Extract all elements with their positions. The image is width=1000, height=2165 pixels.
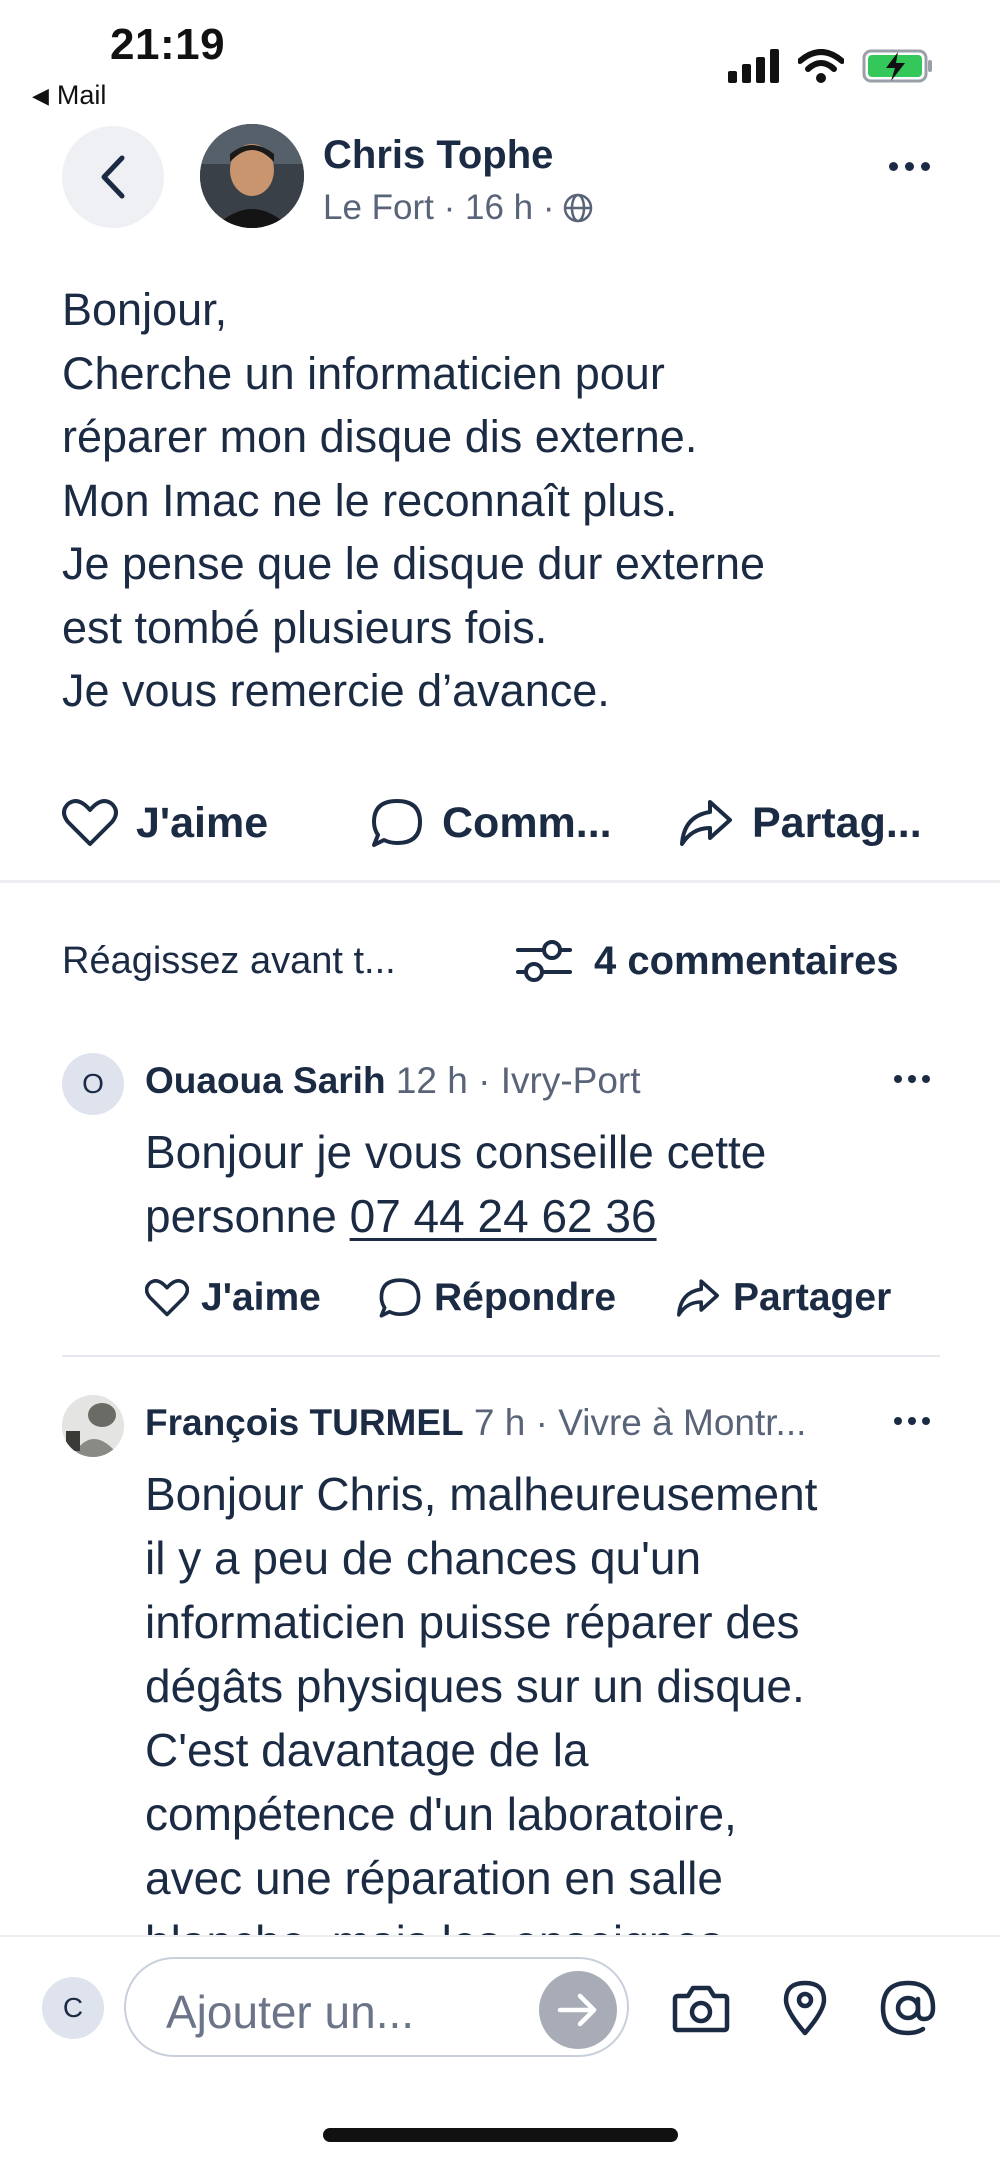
comment-label: Comm... [442, 798, 612, 847]
more-dot-icon [922, 1417, 930, 1425]
comment-bubble-icon [379, 1278, 421, 1318]
commenter-avatar[interactable] [62, 1395, 124, 1457]
comment-meta: 12 h · Ivry-Port [385, 1060, 641, 1101]
phone-number-link[interactable]: 07 44 24 62 36 [350, 1190, 657, 1242]
status-time: 21:19 [110, 20, 226, 69]
share-arrow-icon [677, 1279, 719, 1317]
comment-share-button[interactable]: Partager [675, 1270, 891, 1326]
comments-count-label: 4 commentaires [594, 938, 899, 983]
cellular-signal-icon [728, 49, 779, 83]
share-label: Partag... [752, 798, 922, 847]
comment-line-prefix: personne [145, 1190, 350, 1242]
more-dot-icon [922, 1075, 930, 1083]
react-prompt[interactable]: Réagissez avant t... [62, 940, 396, 983]
post-more-options-button[interactable] [889, 162, 930, 171]
more-dot-icon [889, 162, 898, 171]
author-name[interactable]: Chris Tophe [323, 133, 553, 178]
like-button[interactable]: J'aime [62, 793, 268, 853]
commenter-name[interactable]: Ouaoua Sarih [145, 1060, 386, 1101]
more-dot-icon [921, 162, 930, 171]
avatar-photo [62, 1395, 124, 1457]
comment-text: Bonjour Chris, malheureusement il y a pe… [145, 1462, 945, 1974]
comment-meta: 7 h · Vivre à Montr... [463, 1402, 807, 1443]
comment-line: C'est davantage de la [145, 1724, 589, 1776]
comment-actions: J'aime Répondre Partager [145, 1270, 945, 1326]
camera-icon [672, 1985, 730, 2033]
comment-line: personne 07 44 24 62 36 [145, 1184, 945, 1248]
home-indicator [323, 2128, 678, 2142]
back-app-label: Mail [56, 80, 107, 110]
post-meta: Le Fort · 16 h · [323, 188, 594, 228]
comment-input[interactable] [166, 1985, 496, 2039]
share-arrow-icon [680, 800, 732, 846]
heart-icon [62, 799, 118, 846]
comment-text: Bonjour je vous conseille cette personne… [145, 1120, 945, 1248]
post-line: Je vous remercie d’avance. [62, 665, 610, 716]
post-line: Je pense que le disque dur externe [62, 538, 765, 589]
comments-sort-button[interactable]: 4 commentaires [516, 938, 899, 984]
post-line: Mon Imac ne le reconnaît plus. [62, 474, 678, 526]
reply-label: Répondre [434, 1276, 617, 1319]
comment-header: Ouaoua Sarih 12 h · Ivry-Port [145, 1060, 641, 1102]
chevron-left-icon [101, 155, 125, 199]
comment-line: informaticien puisse réparer des [145, 1596, 800, 1648]
avatar-initial: O [82, 1068, 104, 1099]
more-dot-icon [905, 162, 914, 171]
comment-more-options-button[interactable] [894, 1417, 930, 1425]
comment-like-label: J'aime [201, 1276, 321, 1319]
post-line: réparer mon disque dis externe. [62, 411, 698, 462]
comment-header: François TURMEL 7 h · Vivre à Montr... [145, 1402, 806, 1444]
more-dot-icon [894, 1075, 902, 1083]
reply-button[interactable]: Répondre [378, 1270, 616, 1326]
wifi-icon [798, 49, 844, 83]
heart-icon [145, 1279, 189, 1317]
comment-divider [62, 1355, 940, 1357]
comment-share-label: Partager [733, 1276, 892, 1319]
camera-button[interactable] [668, 1975, 734, 2041]
post-line: est tombé plusieurs fois. [62, 601, 548, 653]
post-body: Bonjour, Cherche un informaticien pour r… [62, 278, 942, 723]
post-meta-text: Le Fort · 16 h · [323, 188, 555, 227]
comment-line: il y a peu de chances qu'un [145, 1532, 702, 1584]
status-icons [728, 48, 934, 84]
comment-line: avec une réparation en salle [145, 1852, 723, 1904]
author-avatar[interactable] [200, 124, 304, 228]
post-line: Bonjour, [62, 284, 228, 335]
back-button[interactable] [62, 126, 164, 228]
at-sign-icon [880, 1980, 936, 2036]
comment-line: compétence d'un laboratoire, [145, 1788, 737, 1840]
commenter-avatar[interactable]: O [62, 1053, 124, 1115]
more-dot-icon [894, 1417, 902, 1425]
section-divider [0, 880, 1000, 883]
comment-button[interactable]: Comm... [370, 793, 612, 853]
battery-charging-icon [862, 49, 932, 83]
arrow-right-icon [557, 1993, 597, 2027]
mention-button[interactable] [875, 1975, 941, 2041]
post-line: Cherche un informaticien pour [62, 347, 665, 399]
comment-line: Bonjour Chris, malheureusement [145, 1468, 818, 1520]
post-actions: J'aime Comm... Partag... [62, 793, 942, 853]
filter-sliders-icon [516, 940, 572, 982]
back-triangle-icon: ◀ [32, 82, 49, 108]
comment-more-options-button[interactable] [894, 1075, 930, 1083]
share-button[interactable]: Partag... [678, 793, 922, 853]
comment-like-button[interactable]: J'aime [145, 1270, 321, 1326]
location-button[interactable] [772, 1975, 838, 2041]
globe-icon [564, 193, 593, 223]
more-dot-icon [908, 1075, 916, 1083]
like-label: J'aime [136, 798, 269, 847]
back-to-app-link[interactable]: ◀ Mail [32, 80, 106, 111]
commenter-name[interactable]: François TURMEL [145, 1402, 464, 1443]
current-user-avatar: C [42, 1977, 104, 2039]
send-button[interactable] [539, 1971, 617, 2049]
location-pin-icon [783, 1980, 827, 2036]
comment-line: dégâts physiques sur un disque. [145, 1660, 805, 1712]
comment-bubble-icon [372, 799, 422, 847]
comment-line: Bonjour je vous conseille cette [145, 1126, 767, 1178]
more-dot-icon [908, 1417, 916, 1425]
comment-field[interactable] [124, 1957, 629, 2057]
avatar-initial: C [62, 1992, 84, 2023]
